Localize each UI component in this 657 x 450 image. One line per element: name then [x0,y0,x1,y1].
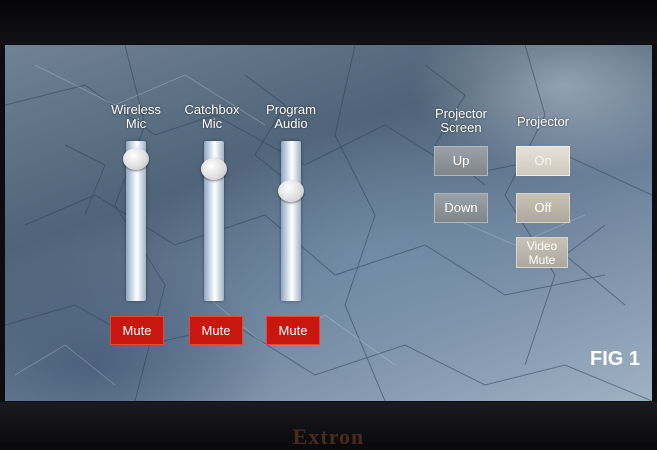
program-audio-label: Program Audio [256,103,326,131]
screen-down-button[interactable]: Down [434,193,488,223]
program-audio-label-line2: Audio [274,116,308,131]
wireless-mic-slider[interactable] [123,141,149,301]
bezel-top [0,0,657,44]
program-audio-mute-button[interactable]: Mute [266,316,320,345]
projector-on-button[interactable]: On [516,146,570,176]
program-audio-slider-knob[interactable] [278,179,304,202]
wireless-mic-label: Wireless Mic [101,103,171,131]
background-texture [5,45,652,401]
projector-screen-title: Projector Screen [425,107,497,135]
projector-title: Projector [516,114,570,129]
wireless-mic-label-line1: Wireless [111,102,161,117]
catchbox-mic-label-line2: Mic [201,116,223,131]
video-mute-line2: Mute [528,253,556,267]
wireless-mic-mute-button[interactable]: Mute [110,316,164,345]
figure-caption: FIG 1 [590,348,641,370]
brand-logo: Extron [292,424,365,449]
screen-up-button[interactable]: Up [434,146,488,176]
catchbox-mic-slider[interactable] [201,141,227,301]
program-audio-label-line1: Program [266,102,316,117]
catchbox-mic-slider-knob[interactable] [201,157,227,180]
wireless-mic-label-line2: Mic [125,116,147,131]
catchbox-mic-label: Catchbox Mic [177,103,247,131]
catchbox-mic-label-line1: Catchbox [184,102,240,117]
projector-screen-title-line2: Screen [440,120,482,135]
projector-off-button[interactable]: Off [516,193,570,223]
program-audio-slider[interactable] [278,141,304,301]
video-mute-line1: Video [526,239,558,253]
video-mute-button[interactable]: Video Mute [516,237,568,268]
projector-screen-title-line1: Projector [434,106,488,121]
catchbox-mic-mute-button[interactable]: Mute [189,316,243,345]
wireless-mic-slider-knob[interactable] [123,147,149,170]
touch-screen: Wireless Mic Mute Catchbox Mic Mute Prog… [5,45,652,401]
